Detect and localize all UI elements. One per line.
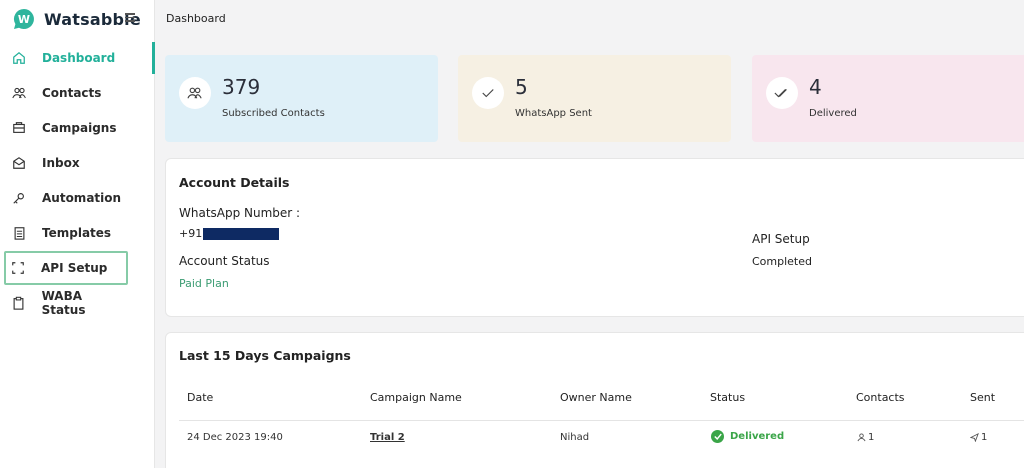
sidebar-item-automation[interactable]: Automation (4, 181, 128, 215)
whatsapp-number-prefix: +91 (179, 227, 203, 240)
check-circle-icon (711, 430, 724, 443)
stat-card-whatsapp-sent: 5 WhatsApp Sent (458, 55, 731, 142)
sidebar-item-label: WABA Status (41, 289, 86, 317)
campaign-link[interactable]: Trial 2 (370, 432, 405, 443)
inbox-icon (10, 154, 28, 172)
whatsapp-number-value: +91 (179, 227, 280, 240)
column-header-status[interactable]: Status (710, 391, 745, 404)
account-details-title: Account Details (179, 175, 290, 190)
campaigns-card: Last 15 Days Campaigns Date Campaign Nam… (165, 332, 1024, 468)
sidebar: W Watsabble Dashboard Contacts Campaigns (0, 0, 155, 468)
automation-icon (10, 189, 28, 207)
api-icon (9, 259, 27, 277)
sidebar-item-templates[interactable]: Templates (4, 216, 128, 250)
api-setup-label: API Setup (752, 232, 810, 246)
stat-label: Delivered (809, 108, 857, 119)
sidebar-item-label: Contacts (42, 86, 102, 100)
menu-toggle-icon[interactable] (125, 13, 135, 23)
column-header-campaign-name[interactable]: Campaign Name (370, 391, 462, 404)
row-owner: Nihad (560, 432, 590, 443)
sidebar-item-label: Inbox (42, 156, 80, 170)
sidebar-item-waba-status[interactable]: WABA Status (4, 286, 128, 320)
campaigns-title: Last 15 Days Campaigns (179, 348, 351, 363)
status-text: Delivered (730, 431, 785, 442)
campaign-icon (10, 119, 28, 137)
stat-card-delivered: 4 Delivered (752, 55, 1024, 142)
table-divider (179, 420, 1024, 421)
user-icon (857, 433, 866, 442)
account-status-value: Paid Plan (179, 277, 229, 290)
api-setup-value: Completed (752, 255, 812, 268)
row-contacts: 1 (857, 432, 874, 443)
brand[interactable]: W Watsabble (12, 6, 141, 32)
column-header-contacts[interactable]: Contacts (856, 391, 905, 404)
topbar: Dashboard (155, 0, 1024, 38)
account-status-label: Account Status (179, 254, 270, 268)
stat-value: 4 (809, 75, 822, 99)
check-icon (472, 77, 504, 109)
whatsapp-number-label: WhatsApp Number : (179, 206, 301, 220)
sidebar-item-label: Dashboard (42, 51, 116, 65)
sidebar-item-dashboard[interactable]: Dashboard (4, 41, 128, 75)
stat-label: Subscribed Contacts (222, 108, 325, 119)
page-title: Dashboard (166, 12, 226, 25)
sidebar-item-campaigns[interactable]: Campaigns (4, 111, 128, 145)
redacted-number (203, 228, 280, 240)
send-icon (970, 433, 979, 442)
column-header-date[interactable]: Date (187, 391, 213, 404)
sidebar-item-api-setup[interactable]: API Setup (4, 251, 128, 285)
svg-text:W: W (18, 13, 30, 26)
clipboard-icon (10, 294, 28, 312)
sidebar-item-label: Automation (42, 191, 122, 205)
contacts-count: 1 (868, 432, 875, 443)
row-sent: 1 (970, 432, 987, 443)
active-indicator (152, 42, 155, 74)
column-header-sent[interactable]: Sent (970, 391, 995, 404)
sent-count: 1 (981, 432, 988, 443)
stat-value: 379 (222, 75, 261, 99)
stat-value: 5 (515, 75, 528, 99)
account-details-card: Account Details WhatsApp Number : +91 Ac… (165, 158, 1024, 317)
sidebar-item-contacts[interactable]: Contacts (4, 76, 128, 110)
users-icon (179, 77, 211, 109)
sidebar-item-inbox[interactable]: Inbox (4, 146, 128, 180)
row-date: 24 Dec 2023 19:40 (187, 432, 283, 443)
status-badge: Delivered (711, 430, 784, 443)
stat-label: WhatsApp Sent (515, 108, 592, 119)
template-icon (10, 224, 28, 242)
home-icon (10, 49, 28, 67)
users-icon (10, 84, 28, 102)
stat-card-subscribed-contacts: 379 Subscribed Contacts (165, 55, 438, 142)
sidebar-item-label: Campaigns (42, 121, 117, 135)
whatsapp-logo-icon: W (14, 9, 34, 29)
sidebar-item-label: Templates (42, 226, 112, 240)
column-header-owner-name[interactable]: Owner Name (560, 391, 632, 404)
sidebar-item-label: API Setup (41, 261, 108, 275)
double-check-icon (766, 77, 798, 109)
